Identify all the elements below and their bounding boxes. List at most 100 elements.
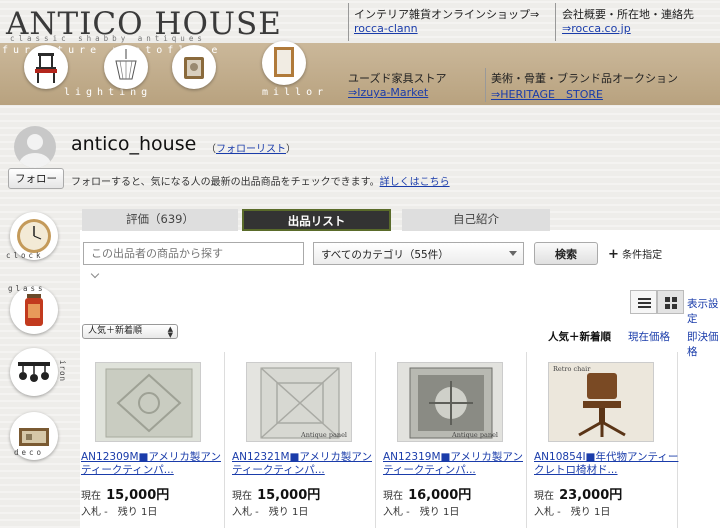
heritage-store-link[interactable]: ⇒HERITAGE STORE [491, 88, 603, 101]
display-settings-link[interactable]: 表示設定 [687, 296, 720, 326]
conditions-link[interactable]: + 条件指定 [608, 246, 662, 262]
price-label: 現在 [232, 491, 252, 502]
tab-listings[interactable]: 出品リスト [242, 209, 391, 231]
izuya-market-link[interactable]: ⇒Izuya-Market [348, 86, 428, 99]
item-thumbnail[interactable]: Antique panel [397, 362, 503, 442]
glass-category-icon[interactable] [10, 286, 58, 334]
conditions-label: 条件指定 [622, 250, 663, 261]
header-link-block: ユーズド家具ストア ⇒Izuya-Market [348, 70, 446, 99]
chevron-down-icon [509, 251, 517, 256]
card-divider [526, 352, 527, 528]
chair-category-icon[interactable] [24, 45, 68, 89]
header-link-label: 会社概要・所在地・連絡先 [562, 8, 694, 21]
follow-button[interactable]: フォロー [8, 168, 64, 189]
follow-note-text: フォローすると、気になる人の最新の出品商品をチェックできます。 [71, 177, 380, 188]
item-thumbnail[interactable] [95, 362, 201, 442]
site-header: ANTICO HOUSE classic shabby antiques fur… [0, 0, 720, 118]
sort-current-price[interactable]: 現在価格 [628, 329, 670, 344]
item-thumbnail[interactable]: Antique panel [246, 362, 352, 442]
seller-username: antico_house [71, 133, 197, 155]
follow-list: （フォローリスト） [206, 140, 296, 155]
seller-search-input[interactable] [83, 242, 304, 265]
header-divider [348, 3, 349, 41]
price-label: 現在 [534, 491, 554, 502]
category-select[interactable]: すべてのカテゴリ（55件） [313, 242, 524, 265]
list-view-icon-line [638, 306, 651, 308]
header-divider [485, 68, 486, 102]
item-price: 現在 15,000円 [81, 484, 169, 503]
sort-select-value: 人気＋新着順 [88, 326, 143, 336]
avatar-body [19, 153, 51, 168]
grid-view-icon-cell [665, 304, 670, 309]
site-logo-subtitle: classic shabby antiques [10, 34, 206, 43]
sort-popular-new[interactable]: 人気＋新着順 [548, 329, 611, 344]
tab-reviews[interactable]: 評価（639） [82, 209, 238, 231]
price-value: 15,000円 [257, 488, 321, 503]
header-link-block: 会社概要・所在地・連絡先 ⇒rocca.co.jp [562, 6, 694, 35]
thumbnail-caption: Antique panel [452, 431, 498, 439]
category-select-value: すべてのカテゴリ（55件） [321, 249, 449, 261]
iron-category-icon[interactable] [10, 348, 58, 396]
list-view-icon [638, 298, 651, 300]
item-thumbnail[interactable]: Retro chair [548, 362, 654, 442]
item-bid-info: 入札 - 残り 1日 [534, 503, 610, 518]
list-view-icon-line [638, 302, 651, 304]
sidebar-word-glass: glass [8, 284, 46, 293]
follow-list-paren-close: ） [286, 144, 296, 155]
time-remaining: 残り 1日 [419, 507, 460, 518]
header-link-label: ユーズド家具ストア [348, 72, 447, 85]
price-label: 現在 [81, 491, 101, 502]
sidebar-word-iron: iron [58, 360, 67, 383]
follow-list-paren-open: （ [206, 144, 216, 155]
item-title-link[interactable]: AN10854I■年代物アンティークレトロ椅材ド... [534, 451, 682, 477]
tab-profile[interactable]: 自己紹介 [402, 209, 550, 231]
header-link-block: 美術・骨董・ブランド品オークション ⇒HERITAGE STORE [491, 70, 678, 102]
price-value: 23,000円 [559, 488, 623, 503]
avatar [14, 126, 56, 168]
card-divider [375, 352, 376, 528]
thumbnail-caption: Retro chair [553, 365, 591, 373]
chandelier-category-icon[interactable] [104, 45, 148, 89]
price-value: 16,000円 [408, 488, 472, 503]
item-price: 現在 23,000円 [534, 484, 622, 503]
header-link-label: インテリア雑貨オンラインショップ⇒ [354, 8, 540, 21]
grid-view-icon-cell [672, 304, 677, 309]
rocca-co-jp-link[interactable]: ⇒rocca.co.jp [562, 22, 631, 35]
grid-view-icon [665, 297, 670, 302]
sort-select[interactable]: 人気＋新着順 ▲ ▼ [82, 324, 178, 339]
sidebar-word-deco: deco [14, 448, 45, 457]
follow-details-link[interactable]: 詳しくはこちら [380, 177, 450, 188]
banner-word-lighting: lighting [64, 87, 153, 98]
follow-list-link[interactable]: フォローリスト [216, 144, 286, 155]
rocca-clann-link[interactable]: rocca-clann [354, 22, 418, 35]
photo-frame-category-icon[interactable] [172, 45, 216, 89]
thumbnail-caption: Antique panel [301, 431, 347, 439]
grid-view-button[interactable] [657, 290, 684, 314]
price-value: 15,000円 [106, 488, 170, 503]
bid-count: 入札 - [81, 507, 108, 518]
sort-buyout-price[interactable]: 即決価格 [687, 329, 720, 359]
grid-view-icon-cell [672, 297, 677, 302]
price-label: 現在 [383, 491, 403, 502]
item-title-link[interactable]: AN12309M■アメリカ製アンティークティンパ... [81, 451, 229, 477]
item-title-link[interactable]: AN12321M■アメリカ製アンティークティンパ... [232, 451, 380, 477]
item-price: 現在 15,000円 [232, 484, 320, 503]
bid-count: 入札 - [232, 507, 259, 518]
item-bid-info: 入札 - 残り 1日 [383, 503, 459, 518]
search-button[interactable]: 検索 [534, 242, 598, 265]
item-bid-info: 入札 - 残り 1日 [232, 503, 308, 518]
bid-count: 入札 - [383, 507, 410, 518]
header-link-label: 美術・骨董・ブランド品オークション [491, 72, 678, 85]
mirror-category-icon[interactable] [262, 41, 306, 85]
item-bid-info: 入札 - 残り 1日 [81, 503, 157, 518]
time-remaining: 残り 1日 [117, 507, 158, 518]
card-divider [224, 352, 225, 528]
updown-icon: ▲ ▼ [167, 325, 173, 339]
avatar-head [27, 134, 43, 150]
follow-note: フォローすると、気になる人の最新の出品商品をチェックできます。詳しくはこちら [71, 173, 450, 188]
item-title-link[interactable]: AN12319M■アメリカ製アンティークティンパ... [383, 451, 531, 477]
header-link-block: インテリア雑貨オンラインショップ⇒ rocca-clann [354, 6, 539, 35]
list-view-button[interactable] [630, 290, 657, 314]
plus-icon: + [608, 247, 619, 262]
header-divider [555, 3, 556, 41]
